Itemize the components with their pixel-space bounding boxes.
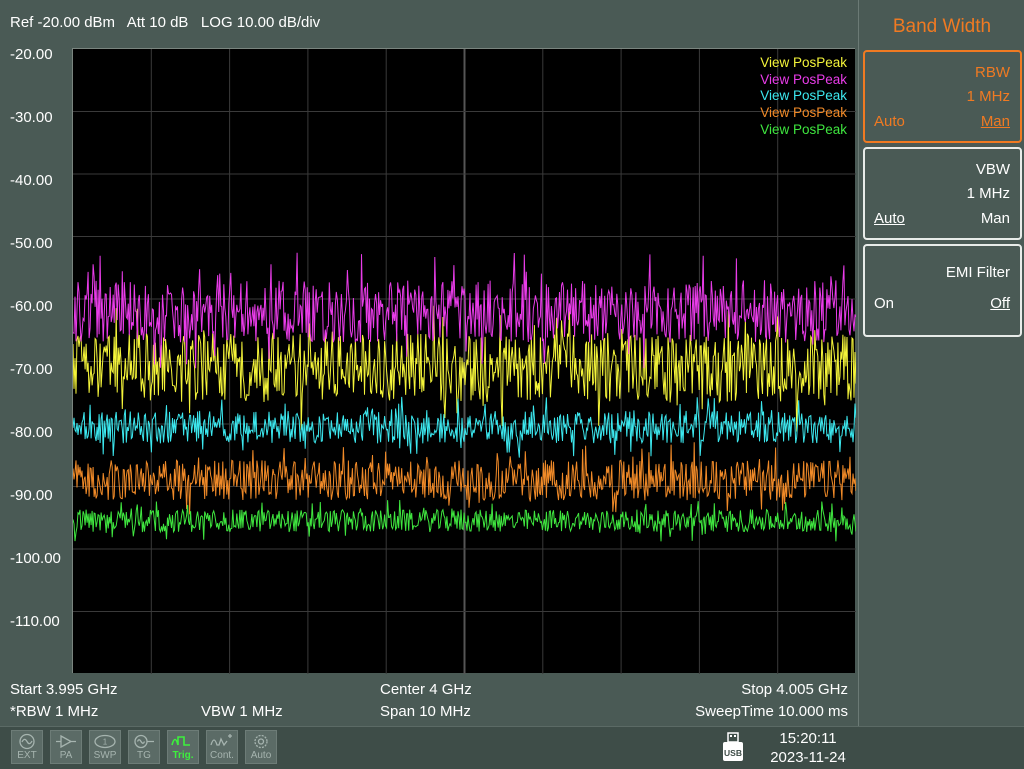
svg-text:1: 1: [103, 738, 108, 747]
trace-legend: View PosPeak View PosPeak View PosPeak V…: [760, 55, 847, 139]
emi-off-option[interactable]: Off: [990, 295, 1010, 312]
usb-status: USB: [721, 732, 745, 762]
rbw-auto-option[interactable]: Auto: [874, 113, 905, 130]
sweep-icon: 1: [94, 734, 116, 749]
rbw-readout: *RBW 1 MHz: [10, 703, 99, 720]
ext-label: EXT: [17, 750, 37, 761]
pa-button[interactable]: PA: [50, 730, 82, 764]
emi-on-option[interactable]: On: [874, 295, 894, 312]
vbw-auto-option[interactable]: Auto: [874, 210, 905, 227]
emi-filter-softkey[interactable]: EMI Filter On Off: [863, 244, 1022, 337]
swp-label: SWP: [93, 750, 117, 761]
vbw-softkey[interactable]: VBW 1 MHz Auto Man: [863, 147, 1022, 240]
rbw-softkey[interactable]: RBW 1 MHz Auto Man: [863, 50, 1022, 143]
legend-entry-trace-3: View PosPeak: [760, 88, 847, 104]
y-tick-label: -70.00: [10, 361, 53, 378]
start-frequency: Start 3.995 GHz: [10, 681, 118, 698]
gear-icon: [254, 734, 268, 749]
softkey-panel: Band Width RBW 1 MHz Auto Man VBW 1 MHz …: [858, 0, 1024, 726]
vbw-value: 1 MHz: [966, 185, 1010, 202]
vbw-label: VBW: [975, 161, 1010, 178]
emi-filter-label: EMI Filter: [945, 264, 1010, 281]
swp-button[interactable]: 1 SWP: [89, 730, 121, 764]
y-tick-label: -60.00: [10, 298, 53, 315]
y-tick-label: -50.00: [10, 235, 53, 252]
tg-button[interactable]: TG: [128, 730, 160, 764]
reference-level-readout: Ref -20.00 dBm Att 10 dB LOG 10.00 dB/di…: [10, 14, 321, 31]
clock: 15:20:11 2023-11-24: [760, 729, 856, 767]
stop-frequency: Stop 4.005 GHz: [741, 681, 848, 698]
y-tick-label: -20.00: [10, 46, 53, 63]
legend-entry-trace-5: View PosPeak: [760, 121, 847, 137]
vbw-readout: VBW 1 MHz: [201, 703, 283, 720]
top-status-bar: Ref -20.00 dBm Att 10 dB LOG 10.00 dB/di…: [0, 0, 858, 46]
cont-button[interactable]: Cont.: [206, 730, 238, 764]
tg-label: TG: [137, 750, 151, 761]
legend-entry-trace-1: View PosPeak: [760, 55, 847, 70]
usb-icon: USB: [723, 732, 743, 761]
y-axis: -20.00 -30.00 -40.00 -50.00 -60.00 -70.0…: [0, 46, 72, 676]
ext-icon: [19, 733, 35, 750]
span-readout: Span 10 MHz: [380, 703, 471, 720]
y-tick-label: -110.00: [10, 613, 60, 630]
rbw-label: RBW: [975, 64, 1010, 81]
auto-label: Auto: [250, 750, 272, 761]
frequency-info-bar: Start 3.995 GHz Center 4 GHz Stop 4.005 …: [0, 676, 858, 726]
tracking-generator-icon: [134, 734, 154, 749]
auto-button[interactable]: Auto: [245, 730, 277, 764]
spectrum-traces: [73, 49, 856, 674]
y-tick-label: -100.00: [10, 550, 61, 567]
trig-label: Trig.: [172, 750, 194, 761]
y-tick-label: -40.00: [10, 172, 53, 189]
clock-time: 15:20:11: [779, 730, 837, 747]
legend-entry-trace-4: View PosPeak: [760, 105, 847, 121]
vbw-man-option[interactable]: Man: [981, 210, 1010, 227]
y-tick-label: -30.00: [10, 109, 53, 126]
continuous-icon: [210, 734, 232, 747]
rbw-value: 1 MHz: [966, 88, 1010, 105]
center-frequency: Center 4 GHz: [380, 681, 472, 698]
bottom-status-bar: EXT PA 1 SWP TG Trig. Cont. Auto USB 15:…: [0, 726, 1024, 769]
sweep-time-readout: SweepTime 10.000 ms: [695, 703, 848, 720]
y-tick-label: -90.00: [10, 487, 53, 504]
clock-date: 2023-11-24: [770, 749, 846, 766]
usb-label: USB: [724, 748, 742, 758]
trigger-icon: [171, 736, 190, 746]
amplifier-icon: [56, 734, 76, 749]
panel-title: Band Width: [892, 16, 992, 37]
rbw-man-option[interactable]: Man: [981, 113, 1010, 130]
pa-label: PA: [59, 750, 73, 761]
spectrum-plot[interactable]: View PosPeak View PosPeak View PosPeak V…: [72, 48, 856, 674]
legend-entry-trace-2: View PosPeak: [760, 71, 847, 87]
ext-button[interactable]: EXT: [11, 730, 43, 764]
cont-label: Cont.: [210, 750, 234, 761]
y-tick-label: -80.00: [10, 424, 53, 441]
trig-button[interactable]: Trig.: [167, 730, 199, 764]
